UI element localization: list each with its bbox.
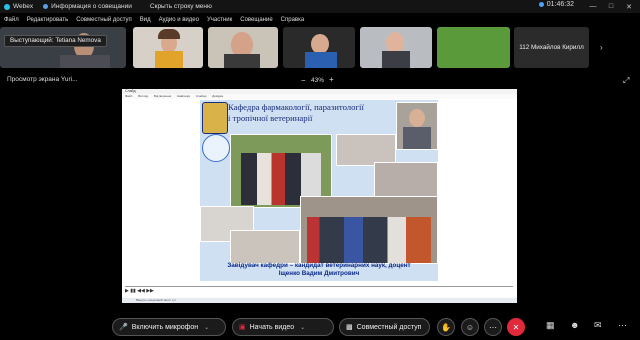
smiley-icon: ☺ bbox=[465, 322, 475, 332]
zoom-in-button[interactable]: + bbox=[329, 75, 334, 84]
shared-taskbar: Введіть пошуковий запит тут bbox=[122, 298, 517, 303]
portrait-photo bbox=[396, 102, 438, 150]
hand-icon: ✋ bbox=[441, 322, 451, 332]
zoom-out-button[interactable]: − bbox=[301, 76, 306, 85]
participant-video-3[interactable] bbox=[208, 27, 278, 68]
participant-video-5[interactable] bbox=[360, 27, 432, 68]
slide-caption: Завідувач кафедри – кандидат ветеринарни… bbox=[227, 262, 411, 277]
reactions-button[interactable]: ☺ bbox=[461, 318, 479, 336]
participant-video-4[interactable] bbox=[283, 27, 355, 68]
chat-icon[interactable]: ✉ bbox=[594, 320, 602, 331]
minimize-button[interactable]: — bbox=[584, 0, 602, 13]
maximize-button[interactable]: □ bbox=[602, 0, 620, 13]
menu-meeting[interactable]: Совещание bbox=[240, 17, 272, 23]
menu-file[interactable]: Файл bbox=[4, 17, 19, 23]
more-options-button[interactable]: ⋯ bbox=[484, 318, 502, 336]
title-bar: Webex Информация о совещании Скрыть стро… bbox=[0, 0, 640, 13]
menu-bar: Файл Редактировать Совместный доступ Вид… bbox=[0, 14, 640, 26]
unmute-microphone-button[interactable]: 🎤 Включить микрофон ⌄ bbox=[112, 318, 226, 336]
meeting-timer: 01:46:32 bbox=[538, 1, 574, 8]
participant-video-2[interactable] bbox=[133, 27, 203, 68]
app-logo: Webex bbox=[4, 3, 33, 10]
lab-photo-2 bbox=[374, 162, 438, 198]
recording-indicator-icon bbox=[538, 2, 544, 7]
shared-screen: Слайд Файл Вигляд Відтворення Навігація … bbox=[122, 89, 517, 303]
raise-hand-button[interactable]: ✋ bbox=[437, 318, 455, 336]
zoom-level: 43% bbox=[311, 77, 325, 84]
start-video-button[interactable]: ▣ Начать видео ⌄ bbox=[232, 318, 334, 336]
presentation-slide: Кафедра фармакології, паразитології і тр… bbox=[200, 100, 438, 281]
apps-icon[interactable]: ▦ bbox=[546, 320, 555, 331]
fullscreen-icon[interactable]: ⤢ bbox=[623, 76, 629, 86]
participants-icon[interactable]: ☻ bbox=[570, 320, 579, 330]
webex-icon bbox=[4, 3, 10, 10]
close-icon: ✕ bbox=[512, 322, 520, 332]
slideshow-player: ▶ ▮▮ ◀◀ ▶▶ Введіть пошуковий запит тут bbox=[122, 281, 517, 303]
more-icon: ⋯ bbox=[489, 322, 497, 332]
share-screen-icon: ▩ bbox=[346, 324, 353, 331]
info-icon bbox=[43, 4, 49, 9]
participant-name: 112 Михайлов Кирилл bbox=[519, 44, 584, 51]
shared-window-menu: Файл Вигляд Відтворення Навігація Слайди… bbox=[122, 94, 517, 99]
slideshow-progress[interactable] bbox=[125, 286, 513, 287]
screen-view-dropdown[interactable]: Просмотр экрана Yuri... bbox=[7, 76, 78, 83]
participant-tile-mikhailov[interactable]: 112 Михайлов Кирилл bbox=[514, 27, 589, 68]
app-name: Webex bbox=[13, 3, 34, 10]
chevron-down-icon[interactable]: ⌄ bbox=[204, 324, 209, 331]
hide-menu-button[interactable]: Скрыть строку меню bbox=[150, 3, 212, 10]
active-speaker-label: Выступающий: Tetiana Nemova bbox=[4, 35, 107, 47]
play-icon[interactable]: ▶ ▮▮ ◀◀ ▶▶ bbox=[125, 288, 154, 294]
menu-participant[interactable]: Участник bbox=[207, 17, 232, 23]
close-button[interactable]: ✕ bbox=[620, 0, 638, 13]
menu-view[interactable]: Вид bbox=[140, 17, 151, 23]
share-button[interactable]: ▩ Совместный доступ bbox=[339, 318, 430, 336]
class-photo-2 bbox=[230, 230, 300, 264]
more-panels-icon[interactable]: ⋯ bbox=[618, 320, 627, 331]
participant-video-1[interactable] bbox=[0, 27, 126, 68]
meeting-info-button[interactable]: Информация о совещании bbox=[43, 3, 132, 10]
menu-audio-video[interactable]: Аудио и видео bbox=[159, 17, 199, 23]
end-call-button[interactable]: ✕ bbox=[507, 318, 525, 336]
menu-help[interactable]: Справка bbox=[281, 17, 305, 23]
participant-video-6[interactable] bbox=[437, 27, 510, 68]
next-participants-icon[interactable]: › bbox=[600, 43, 603, 52]
menu-edit[interactable]: Редактировать bbox=[27, 17, 68, 23]
group-photo-2 bbox=[300, 196, 438, 264]
chevron-down-icon[interactable]: ⌄ bbox=[300, 324, 305, 331]
department-logo bbox=[202, 134, 230, 162]
university-emblem bbox=[202, 102, 228, 134]
camera-off-icon: ▣ bbox=[239, 324, 246, 331]
microphone-muted-icon: 🎤 bbox=[119, 324, 128, 331]
menu-share[interactable]: Совместный доступ bbox=[76, 17, 132, 23]
slide-title: Кафедра фармакології, паразитології і тр… bbox=[228, 102, 364, 123]
